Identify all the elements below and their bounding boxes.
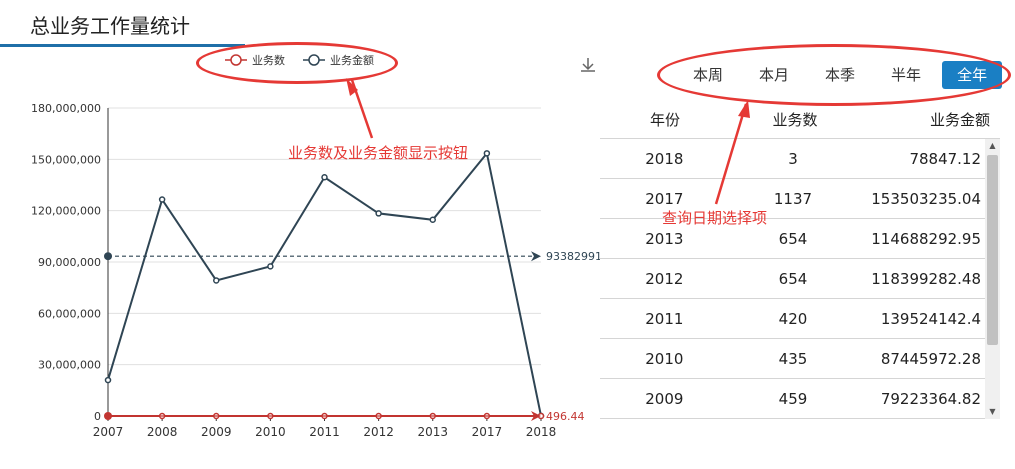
download-icon[interactable] [578,55,598,75]
table-body[interactable]: 2018 3 78847.12 2017 1137 153503235.04 2013 654… [600,139,1000,419]
scroll-down-arrow-icon[interactable]: ▼ [985,405,1000,419]
header-count: 业务数 [772,110,818,129]
y-tick-label: 90,000,000 [38,256,101,269]
scroll-up-arrow-icon[interactable]: ▲ [985,139,1000,153]
cell-amount: 78847.12 [909,149,982,168]
x-tick-label: 2010 [255,425,286,439]
header-amount: 业务金额 [929,110,990,129]
cell-count: 420 [778,309,808,328]
cell-year: 2009 [645,389,684,408]
cell-year: 2012 [645,269,684,288]
table-row[interactable]: 2009 459 79223364.82 [600,379,985,419]
data-point [267,263,274,270]
data-point [104,376,112,384]
mark-line-start [104,411,112,420]
y-tick-label: 150,000,000 [31,153,101,166]
cell-amount: 153503235.04 [871,189,982,208]
y-tick-label: 180,000,000 [31,102,101,115]
period-annotation: 查询日期选择项 [662,209,768,227]
y-tick-label: 0 [94,410,101,423]
table-row[interactable]: 2010 435 87445972.28 [600,339,985,379]
cell-year: 2010 [645,349,684,368]
x-tick-label: 2009 [201,425,232,439]
x-axis-ticks: 2007 2008 2009 2010 2011 2012 2013 2017 2018 [93,416,557,439]
cell-year: 2013 [645,229,684,248]
y-tick-label: 30,000,000 [38,359,101,372]
cell-year: 2017 [645,189,684,208]
data-point [321,174,328,181]
x-tick-label: 2011 [309,425,340,439]
cell-amount: 114688292.95 [871,229,982,248]
cell-count: 1137 [773,189,813,208]
data-point [375,210,382,217]
cell-amount: 79223364.82 [880,389,982,408]
cell-count: 435 [778,349,808,368]
data-point [429,216,436,224]
cell-count: 3 [788,149,798,168]
y-tick-label: 60,000,000 [38,307,101,320]
data-point [213,277,220,284]
table-row[interactable]: 2013 654 114688292.95 [600,219,985,259]
series-line-1 [107,151,542,417]
scroll-thumb[interactable] [987,155,998,345]
cell-year: 2018 [645,149,684,168]
cell-count: 654 [778,229,808,248]
x-tick-label: 2012 [363,425,394,439]
cell-amount: 139524142.4 [880,309,982,328]
x-tick-label: 2018 [526,425,557,439]
table-row[interactable]: 2017 1137 153503235.04 [600,179,985,219]
table-header: 年份 业务数 业务金额 [600,100,1000,139]
period-highlight-ellipse [657,44,1011,106]
legend-annotation: 业务数及业务金额显示按钮 [288,144,469,162]
cell-amount: 118399282.48 [871,269,982,288]
x-tick-label: 2007 [93,425,124,439]
mark-line-label: 496.44 [546,410,585,423]
x-tick-label: 2013 [417,425,448,439]
x-tick-label: 2017 [472,425,503,439]
table-row[interactable]: 2018 3 78847.12 [600,139,985,179]
header-year: 年份 [649,110,680,129]
y-tick-label: 120,000,000 [31,205,101,218]
cell-year: 2011 [645,309,684,328]
y-axis-ticks: 0 30,000,000 60,000,000 90,000,000 120,000,0… [31,102,101,423]
mark-line-label: 93382991 [546,250,600,263]
data-point [483,150,491,157]
table-scrollbar[interactable]: ▲ ▼ [985,139,1000,419]
x-tick-label: 2008 [147,425,178,439]
cell-amount: 87445972.28 [880,349,982,368]
cell-count: 654 [778,269,808,288]
table-row[interactable]: 2011 420 139524142.4 [600,299,985,339]
mark-line-arrow [531,251,541,262]
cell-count: 459 [778,389,808,408]
data-point [158,196,166,203]
table-row[interactable]: 2012 654 118399282.48 [600,259,985,299]
mark-line-start [104,252,112,261]
legend-highlight-ellipse [196,42,398,84]
chart-series [104,150,545,420]
